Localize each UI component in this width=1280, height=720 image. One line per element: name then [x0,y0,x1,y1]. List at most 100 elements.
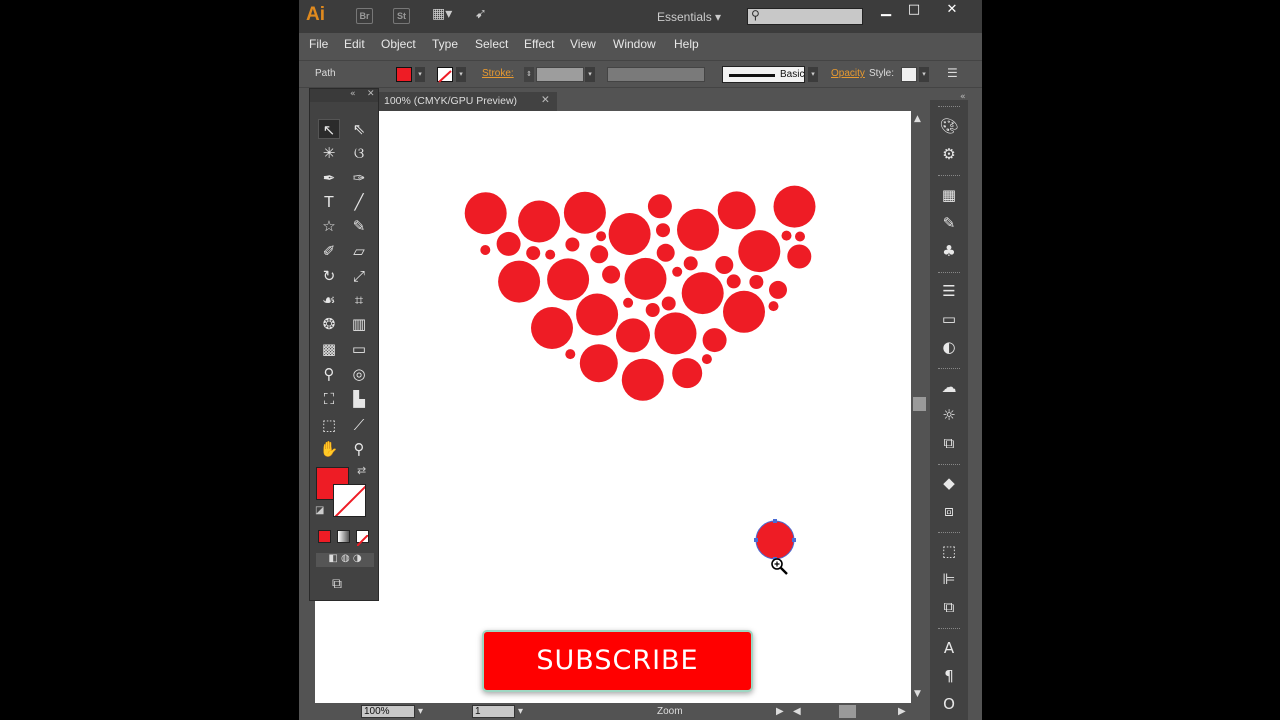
heart-circle[interactable] [596,231,607,242]
transparency-panel-icon[interactable]: ◐ [930,336,968,358]
heart-circle[interactable] [518,200,561,243]
stroke-panel-icon[interactable]: ☰ [930,280,968,302]
heart-circle[interactable] [726,274,741,289]
fill-dropdown[interactable]: ▾ [415,67,425,82]
menu-window[interactable]: Window [613,37,656,51]
status-tool-name[interactable]: Zoom [657,706,683,717]
menu-effect[interactable]: Effect [524,37,554,51]
stroke-weight-stepper[interactable]: ⇕ [524,67,534,82]
graphic-styles-icon[interactable]: ⧉ [930,432,968,454]
heart-circle[interactable] [602,265,621,284]
opacity-label[interactable]: Opacity [831,68,865,79]
close-document-icon[interactable]: ✕ [541,94,550,106]
artboards-panel-icon[interactable]: ⧈ [930,500,968,522]
heart-artwork[interactable] [315,111,911,703]
heart-circle[interactable] [717,191,756,230]
dock-grip[interactable] [938,532,960,535]
heart-circle[interactable] [738,230,781,273]
eyedropper-tool-icon[interactable]: ⚲ [318,364,340,384]
menu-type[interactable]: Type [432,37,458,51]
heart-circle[interactable] [498,260,541,303]
swatches-panel-icon[interactable]: ▦ [930,184,968,206]
lasso-tool-icon[interactable]: ଓ [348,143,370,163]
cc-libraries-icon[interactable]: ☁ [930,376,968,398]
subscribe-button[interactable]: SUBSCRIBE [482,630,753,692]
opentype-panel-icon[interactable]: O [930,693,968,715]
zoom-dropdown-icon[interactable]: ▾ [418,706,423,717]
character-panel-icon[interactable]: A [930,637,968,659]
heart-circle[interactable] [621,358,664,401]
dock-grip[interactable] [938,464,960,467]
heart-circle[interactable] [576,293,619,336]
artboard-canvas[interactable] [315,111,911,703]
heart-circle[interactable] [656,223,670,238]
artboard-number-field[interactable]: 1 [472,705,515,718]
gradient-panel-icon[interactable]: ▭ [930,308,968,330]
brushes-panel-icon[interactable]: ✎ [930,212,968,234]
perspective-grid-tool-icon[interactable]: ▥ [348,314,370,334]
heart-circle[interactable] [749,275,764,289]
heart-circle[interactable] [590,245,609,264]
blend-tool-icon[interactable]: ◎ [348,364,370,384]
vertical-scrollbar[interactable]: ▲ ▼ [911,111,926,703]
direct-selection-tool-icon[interactable]: ⇖ [348,119,370,139]
heart-circle[interactable] [769,280,787,299]
color-panel-icon[interactable]: 🎨︎ [930,115,968,137]
heart-circle[interactable] [795,231,805,242]
stroke-color-box[interactable] [333,484,366,517]
color-mode-icon[interactable] [318,530,331,543]
align-panel-icon[interactable]: ⊫ [930,568,968,590]
stroke-swatch[interactable] [437,67,453,83]
heart-circle[interactable] [563,191,606,234]
brush-definition[interactable]: Basic [722,66,805,83]
heart-circle[interactable] [715,256,734,274]
dock-grip[interactable] [938,628,960,631]
eraser-tool-icon[interactable]: ▱ [348,241,370,261]
arrange-documents-icon[interactable]: ▦▾ [432,6,452,22]
curvature-tool-icon[interactable]: ✑ [348,168,370,188]
paragraph-panel-icon[interactable]: ¶ [930,665,968,687]
paintbrush-tool-icon[interactable]: ✎ [348,216,370,236]
mesh-tool-icon[interactable]: ▩ [318,339,340,359]
panel-menu-icon[interactable]: ☰ [947,66,958,80]
heart-circle[interactable] [672,266,683,277]
pencil-tool-icon[interactable]: ✐ [318,241,340,261]
style-dropdown[interactable]: ▾ [919,67,929,82]
stock-button[interactable]: St [393,8,410,24]
hscroll-left-icon[interactable]: ◀ [793,706,801,717]
heart-circle[interactable] [654,312,697,355]
selection-tool-icon[interactable]: ↖ [318,119,340,139]
stroke-weight-field[interactable] [536,67,584,82]
gradient-tool-icon[interactable]: ▭ [348,339,370,359]
heart-circle[interactable] [547,258,590,301]
minimize-button[interactable]: ▁ [873,2,899,20]
type-tool-icon[interactable]: T [318,192,340,212]
close-window-button[interactable]: ✕ [939,2,965,20]
transform-panel-icon[interactable]: ⬚ [930,540,968,562]
menu-edit[interactable]: Edit [344,37,365,51]
heart-circle[interactable] [702,328,727,353]
menu-object[interactable]: Object [381,37,416,51]
heart-circle[interactable] [531,307,573,349]
slice-tool-icon[interactable]: ⟋ [348,415,370,435]
rotate-tool-icon[interactable]: ↻ [318,266,340,286]
heart-circle[interactable] [526,246,541,261]
pathfinder-panel-icon[interactable]: ⧉ [930,596,968,618]
appearance-panel-icon[interactable]: ☼ [930,404,968,426]
selected-circle[interactable] [755,520,795,560]
heart-circle[interactable] [645,303,660,317]
close-panel-icon[interactable]: ✕ [367,89,375,99]
workspace-switcher[interactable]: Essentials ▾ [657,10,721,24]
menu-file[interactable]: File [309,37,328,51]
selection-handle[interactable] [754,538,758,542]
stroke-dropdown[interactable]: ▾ [456,67,466,82]
heart-circle[interactable] [480,245,491,255]
variable-width-profile[interactable] [607,67,705,82]
dock-grip[interactable] [938,368,960,371]
heart-circle[interactable] [545,249,556,260]
pen-tool-icon[interactable]: ✒ [318,168,340,188]
menu-select[interactable]: Select [475,37,508,51]
heart-circle[interactable] [677,208,719,251]
heart-circle[interactable] [579,344,618,383]
heart-circle[interactable] [768,301,779,312]
